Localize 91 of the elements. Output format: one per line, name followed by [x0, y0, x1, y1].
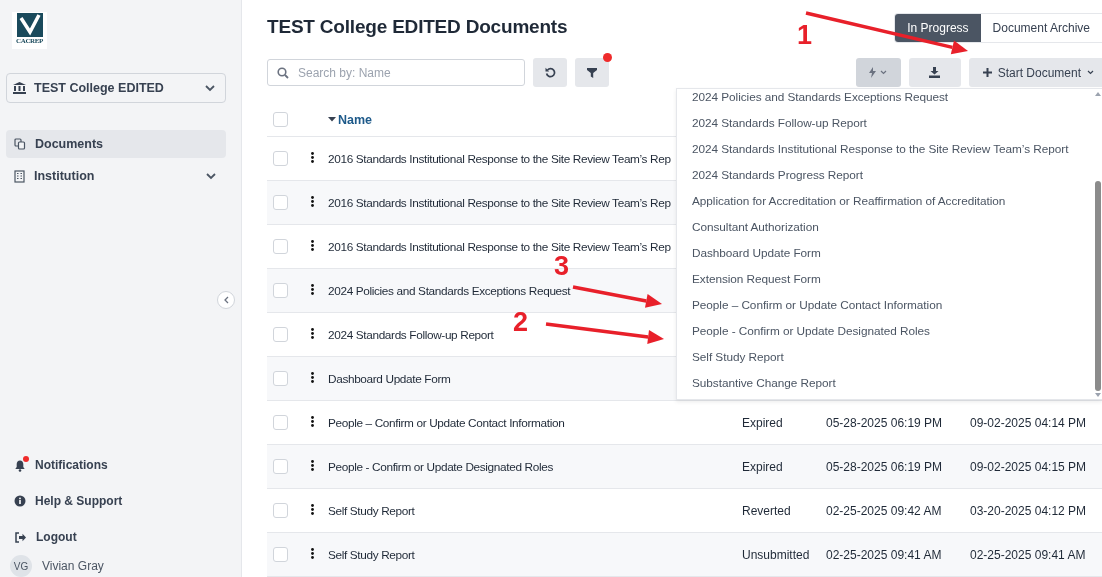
more-icon[interactable]: [311, 459, 314, 471]
checkbox[interactable]: [273, 195, 288, 210]
menu-item[interactable]: 2024 Standards Follow-up Report: [677, 110, 1093, 136]
sidebar-link[interactable]: Logout: [6, 523, 226, 551]
table-cell: 05-28-2025 06:19 PM: [826, 415, 943, 430]
chevron-left-icon: [223, 296, 229, 304]
bell-icon: [14, 458, 26, 472]
more-icon[interactable]: [311, 327, 314, 339]
table-cell: 2016 Standards Institutional Response to the Site Review Team’s Rep: [328, 151, 671, 166]
table-cell: 02-25-2025 09:41 AM: [826, 547, 942, 562]
user-name: Vivian Gray: [42, 559, 104, 573]
menu-item[interactable]: Application for Accreditation or Reaffirmation of Accreditation: [677, 188, 1093, 214]
menu-item[interactable]: Dashboard Update Form: [677, 240, 1093, 266]
checkbox[interactable]: [273, 283, 288, 298]
table-cell: 2016 Standards Institutional Response to the Site Review Team’s Rep: [328, 239, 671, 254]
menu-item[interactable]: People - Confirm or Update Designated Roles: [677, 318, 1093, 344]
more-icon[interactable]: [311, 151, 314, 163]
menu-item[interactable]: 2024 Standards Progress Report: [677, 162, 1093, 188]
documents-icon: [14, 138, 26, 150]
table-cell: Reverted: [742, 503, 791, 518]
menu-item[interactable]: Self Study Report: [677, 344, 1093, 370]
table-cell: People - Confirm or Update Designated Roles: [328, 459, 553, 474]
table-cell: Self Study Report: [328, 503, 415, 518]
sidebar-link[interactable]: Notifications: [6, 451, 226, 479]
checkbox[interactable]: [273, 371, 288, 386]
info-icon: [14, 495, 26, 507]
checkbox[interactable]: [273, 151, 288, 166]
chevron-down-icon: [1087, 70, 1094, 75]
actions-button[interactable]: [855, 58, 901, 87]
checkbox[interactable]: [273, 547, 288, 562]
avatar[interactable]: VG: [10, 555, 32, 577]
table-cell: 09-02-2025 04:15 PM: [970, 459, 1087, 474]
page-title: TEST College EDITED Documents: [267, 16, 568, 38]
checkbox[interactable]: [273, 415, 288, 430]
more-icon[interactable]: [311, 239, 314, 251]
table-cell: 09-02-2025 04:14 PM: [970, 415, 1087, 430]
column-header[interactable]: Name: [328, 112, 373, 127]
annotation-number: 3: [554, 251, 570, 281]
menu-item[interactable]: 2024 Policies and Standards Exceptions Request: [677, 89, 1093, 110]
filter-icon: [587, 67, 597, 78]
more-icon[interactable]: [311, 415, 314, 427]
table-cell: Self Study Report: [328, 547, 415, 562]
nav-item[interactable]: Institution: [6, 162, 226, 190]
more-icon[interactable]: [311, 503, 314, 515]
table-cell: 2016 Standards Institutional Response to the Site Review Team’s Rep: [328, 195, 671, 210]
filter-button[interactable]: [575, 58, 609, 87]
building-icon: [14, 169, 25, 183]
search-field[interactable]: Search by: Name: [267, 59, 525, 86]
table-cell: Expired: [742, 415, 783, 430]
download-icon: [929, 67, 941, 78]
nav-item[interactable]: Documents: [6, 130, 226, 158]
more-icon[interactable]: [311, 283, 314, 295]
table-cell: 2024 Standards Follow-up Report: [328, 327, 494, 342]
more-icon[interactable]: [311, 195, 314, 207]
menu-item[interactable]: Substantive Change Report: [677, 370, 1093, 396]
download-button[interactable]: [908, 58, 961, 87]
refresh-icon: [544, 67, 556, 78]
checkbox[interactable]: [273, 503, 288, 518]
checkbox[interactable]: [273, 459, 288, 474]
refresh-button[interactable]: [533, 58, 567, 87]
menu-item[interactable]: Consultant Authorization: [677, 214, 1093, 240]
more-icon[interactable]: [311, 371, 314, 383]
chevron-down-icon: [205, 84, 215, 92]
table-cell: 03-20-2025 04:12 PM: [970, 503, 1087, 518]
sidebar-link[interactable]: Help & Support: [6, 487, 226, 515]
table-cell: Dashboard Update Form: [328, 371, 451, 386]
more-icon[interactable]: [311, 547, 314, 559]
logout-icon: [14, 531, 27, 543]
table-cell: Unsubmitted: [742, 547, 810, 562]
table-cell: People – Confirm or Update Contact Information: [328, 415, 565, 430]
table-cell: 02-25-2025 09:41 AM: [970, 547, 1086, 562]
table-cell: 02-25-2025 09:42 AM: [826, 503, 942, 518]
menu-item[interactable]: People – Confirm or Update Contact Information: [677, 292, 1093, 318]
institution-icon: [13, 82, 26, 94]
search-icon: [277, 67, 289, 79]
institution-select[interactable]: TEST College EDITED: [6, 73, 226, 103]
menu-item[interactable]: 2024 Standards Institutional Response to the Site Review Team’s Report: [677, 136, 1093, 162]
annotation-number: 1: [797, 20, 813, 50]
table-cell: 2024 Policies and Standards Exceptions Request: [328, 283, 571, 298]
menu-item[interactable]: Extension Request Form: [677, 266, 1093, 292]
start-document-button[interactable]: Start Document: [968, 58, 1102, 87]
checkbox[interactable]: [273, 239, 288, 254]
table-cell: Expired: [742, 459, 783, 474]
checkbox[interactable]: [273, 327, 288, 342]
plus-icon: [982, 68, 992, 77]
chevron-down-icon: [880, 70, 888, 75]
annotation-number: 2: [513, 307, 529, 337]
lightning-icon: [869, 67, 877, 78]
checkbox[interactable]: [273, 111, 288, 127]
table-cell: 05-28-2025 06:19 PM: [826, 459, 943, 474]
tab[interactable]: In Progress: [895, 14, 981, 42]
